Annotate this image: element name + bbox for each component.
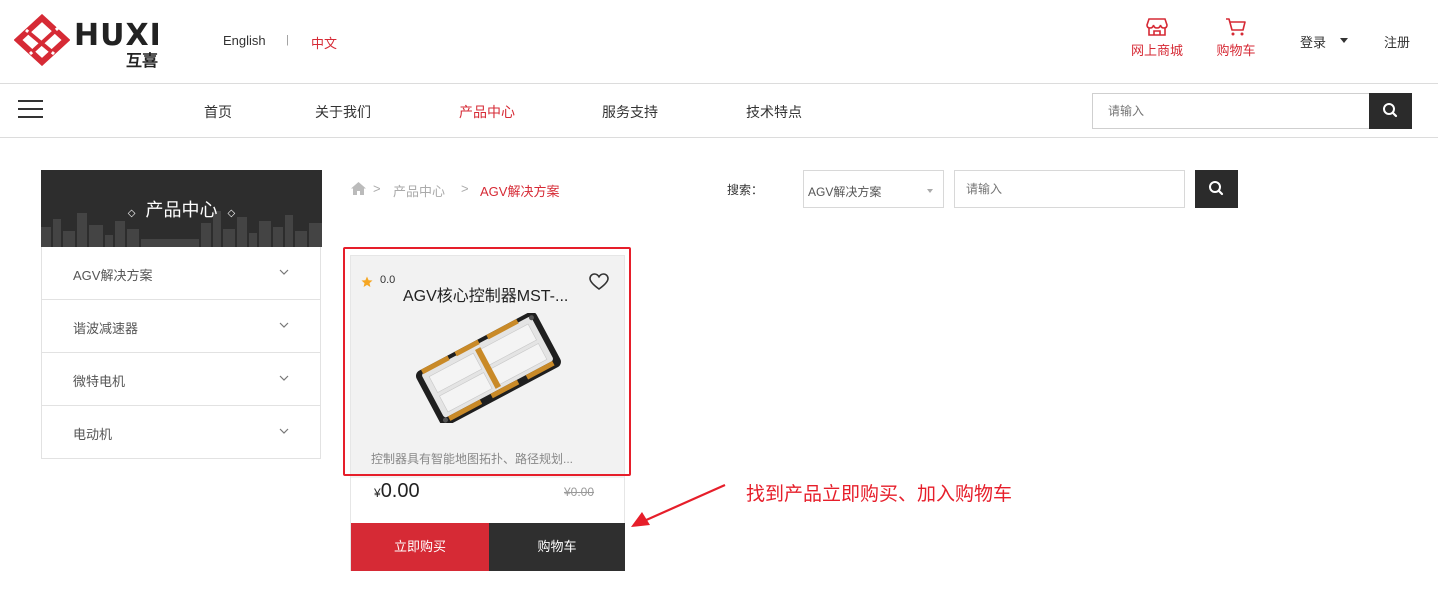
top-cart-link[interactable]: 购物车	[1212, 17, 1260, 59]
nav-search-input[interactable]	[1092, 93, 1370, 129]
add-to-cart-button[interactable]: 购物车	[489, 523, 625, 571]
nav-search	[1092, 93, 1412, 129]
breadcrumb-parent[interactable]: 产品中心	[393, 181, 445, 200]
online-shop-link[interactable]: 网上商城	[1128, 17, 1186, 59]
cart-icon	[1226, 18, 1246, 36]
chevron-down-icon	[279, 269, 289, 275]
online-shop-label: 网上商城	[1130, 43, 1183, 58]
filter-label: 搜索：	[727, 183, 764, 197]
breadcrumb-separator: >	[373, 181, 381, 196]
lang-chinese[interactable]: 中文	[311, 33, 337, 52]
sidebar-item-label: 微特电机	[73, 374, 126, 389]
top-header: HUXI 互喜 English | 中文 网上商城 购物车 登录 注册	[0, 0, 1438, 84]
breadcrumb-separator: >	[461, 181, 469, 196]
nav-search-button[interactable]	[1369, 93, 1412, 129]
category-select-value: AGV解决方案	[808, 185, 882, 199]
chevron-down-icon[interactable]	[1340, 38, 1348, 43]
sidebar-item-label: AGV解决方案	[73, 268, 153, 283]
price-value: 0.00	[380, 480, 420, 502]
chevron-down-icon	[279, 375, 289, 381]
search-icon	[1209, 181, 1224, 196]
login-link[interactable]: 登录	[1300, 32, 1326, 51]
sidebar-item-micro-motor[interactable]: 微特电机	[42, 353, 320, 406]
filter-search-button[interactable]	[1195, 170, 1238, 208]
store-icon	[1146, 18, 1168, 36]
annotation-arrow	[631, 483, 726, 527]
sidebar-item-harmonic-reducer[interactable]: 谐波减速器	[42, 300, 320, 353]
product-price: ¥0.00	[374, 480, 420, 503]
brand-sub: 互喜	[126, 51, 159, 70]
category-sidebar: ◇ 产品中心 ◇ AGV解决方案 谐波减速器 微特电机 电动机	[41, 170, 322, 459]
sidebar-item-label: 谐波减速器	[73, 321, 139, 336]
home-icon[interactable]	[351, 182, 366, 195]
currency-symbol: ¥	[374, 486, 381, 500]
nav-home[interactable]: 首页	[204, 102, 232, 122]
nav-tech[interactable]: 技术特点	[746, 102, 802, 122]
logo-icon	[14, 14, 70, 66]
nav-service[interactable]: 服务支持	[602, 102, 658, 122]
nav-about[interactable]: 关于我们	[315, 102, 371, 122]
sidebar-header: ◇ 产品中心 ◇	[41, 170, 322, 247]
search-icon	[1383, 103, 1398, 118]
main-nav: 首页 关于我们 产品中心 服务支持 技术特点	[0, 84, 1438, 138]
keyword-input[interactable]	[954, 170, 1185, 208]
chevron-down-icon	[927, 189, 933, 193]
sidebar-item-electric-motor[interactable]: 电动机	[42, 406, 320, 459]
original-price: ¥0.00	[564, 485, 595, 499]
hamburger-icon[interactable]	[18, 98, 43, 120]
brand-logo[interactable]: HUXI 互喜	[14, 14, 174, 70]
lang-english[interactable]: English	[223, 33, 266, 48]
lang-separator: |	[286, 34, 289, 46]
buy-now-button[interactable]: 立即购买	[351, 523, 489, 571]
sidebar-item-agv[interactable]: AGV解决方案	[42, 247, 320, 300]
breadcrumb-current: AGV解决方案	[480, 184, 560, 199]
highlight-box	[343, 247, 631, 476]
nav-products[interactable]: 产品中心	[459, 102, 515, 122]
chevron-down-icon	[279, 322, 289, 328]
category-select[interactable]: AGV解决方案	[803, 170, 944, 208]
annotation-text: 找到产品立即购买、加入购物车	[746, 484, 1013, 505]
register-link[interactable]: 注册	[1384, 32, 1410, 51]
chevron-down-icon	[279, 428, 289, 434]
sidebar-title: ◇ 产品中心 ◇	[127, 200, 236, 220]
sidebar-item-label: 电动机	[73, 427, 113, 442]
top-cart-label: 购物车	[1216, 43, 1256, 58]
